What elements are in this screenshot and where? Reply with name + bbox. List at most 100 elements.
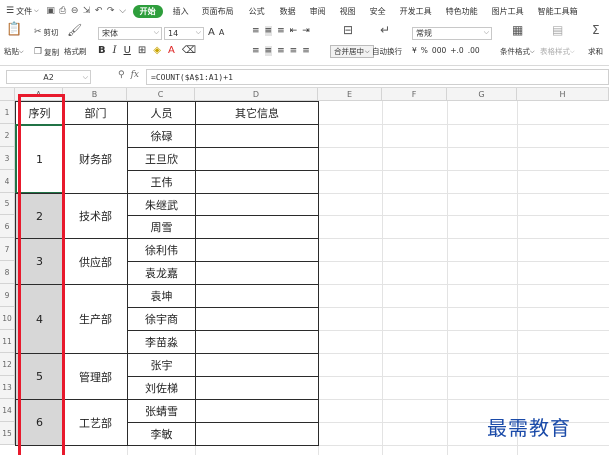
zoom-icon[interactable]: ⚲	[118, 70, 125, 80]
other-info-cell[interactable]	[195, 238, 319, 262]
person-cell[interactable]: 李敏	[127, 422, 196, 446]
row-header-15[interactable]: 15	[0, 422, 15, 445]
italic-button[interactable]: I	[113, 45, 117, 56]
header-dept-cell[interactable]: 部门	[63, 101, 128, 125]
conditional-format-icon-button[interactable]: ▦	[512, 24, 523, 36]
person-cell[interactable]: 徐碌	[127, 124, 196, 148]
tab-security[interactable]: 安全	[370, 6, 386, 17]
dept-cell[interactable]: 财务部	[63, 124, 128, 194]
seq-cell[interactable]: 4	[15, 284, 64, 354]
other-info-cell[interactable]	[195, 215, 319, 239]
wrap-text-icon-button[interactable]: ↵	[380, 24, 390, 36]
indent-decrease-icon[interactable]: ⇤	[290, 26, 298, 36]
other-info-cell[interactable]	[195, 193, 319, 216]
row-header-1[interactable]: 1	[0, 101, 15, 124]
person-cell[interactable]: 袁坤	[127, 284, 196, 308]
tab-developer[interactable]: 开发工具	[400, 6, 432, 17]
redo-icon[interactable]: ↷	[105, 6, 117, 16]
person-cell[interactable]: 徐宇商	[127, 307, 196, 331]
person-cell[interactable]: 李苗淼	[127, 330, 196, 354]
other-info-cell[interactable]	[195, 376, 319, 400]
paste-button[interactable]: 📋	[6, 23, 22, 36]
justify-icon[interactable]: ≡	[290, 46, 298, 56]
tab-formulas[interactable]: 公式	[249, 6, 265, 17]
indent-increase-icon[interactable]: ⇥	[302, 26, 310, 36]
column-header-a[interactable]: A	[15, 88, 63, 101]
other-info-cell[interactable]	[195, 261, 319, 285]
formula-input[interactable]: =COUNT($A$1:A1)+1	[146, 69, 609, 85]
other-info-cell[interactable]	[195, 147, 319, 171]
increase-decimal-button[interactable]: +.0	[450, 46, 463, 55]
file-menu[interactable]: ☰ 文件 ⌵	[6, 6, 39, 17]
shrink-font-button[interactable]: A	[219, 28, 224, 37]
dept-cell[interactable]: 生产部	[63, 284, 128, 354]
font-name-select[interactable]: 宋体 ⌵	[98, 27, 162, 40]
other-info-cell[interactable]	[195, 307, 319, 331]
tab-review[interactable]: 审阅	[310, 6, 326, 17]
print-icon[interactable]: ⎙	[57, 6, 69, 16]
conditional-format-button[interactable]: 条件格式 ⌵	[500, 46, 535, 57]
tab-picture-tools[interactable]: 图片工具	[492, 6, 524, 17]
seq-cell[interactable]: 5	[15, 353, 64, 400]
align-center-icon[interactable]: ≡	[264, 46, 273, 56]
column-header-f[interactable]: F	[382, 88, 447, 101]
spreadsheet-grid[interactable]: ABCDEFGH 1 2 3 4 5 6 7 8 9 10 11 12 13 14 15 序列 部门 人员 其它信…	[0, 88, 609, 455]
person-cell[interactable]: 袁龙嘉	[127, 261, 196, 285]
person-cell[interactable]: 张宇	[127, 353, 196, 377]
tab-insert[interactable]: 插入	[173, 6, 189, 17]
tab-special-features[interactable]: 特色功能	[446, 6, 478, 17]
tab-page-layout[interactable]: 页面布局	[202, 6, 234, 17]
header-seq-cell[interactable]: 序列	[15, 101, 64, 125]
font-size-select[interactable]: 14 ⌵	[164, 27, 204, 40]
person-cell[interactable]: 王旦欣	[127, 147, 196, 171]
cut-button[interactable]: ✂ 剪切	[34, 26, 59, 38]
seq-cell[interactable]: 6	[15, 399, 64, 446]
column-header-d[interactable]: D	[195, 88, 318, 101]
column-header-h[interactable]: H	[517, 88, 609, 101]
row-header-2[interactable]: 2	[0, 124, 15, 147]
person-cell[interactable]: 朱继武	[127, 193, 196, 216]
copy-button[interactable]: ❐ 复制	[34, 46, 59, 58]
other-info-cell[interactable]	[195, 422, 319, 446]
thousands-button[interactable]: 000	[432, 46, 446, 55]
undo-icon[interactable]: ↶	[93, 6, 105, 16]
column-header-g[interactable]: G	[447, 88, 517, 101]
other-info-cell[interactable]	[195, 399, 319, 423]
save-icon[interactable]: ▣	[45, 6, 57, 16]
export-icon[interactable]: ⇲	[81, 6, 93, 16]
currency-button[interactable]: ¥	[412, 46, 417, 55]
other-info-cell[interactable]	[195, 353, 319, 377]
row-header-7[interactable]: 7	[0, 238, 15, 261]
other-info-cell[interactable]	[195, 330, 319, 354]
dropdown-icon[interactable]: ⌵	[117, 6, 129, 16]
border-icon[interactable]: ⊞	[138, 45, 146, 56]
print-preview-icon[interactable]: ⊖	[69, 6, 81, 16]
seq-cell[interactable]: 3	[15, 238, 64, 285]
dept-cell[interactable]: 供应部	[63, 238, 128, 285]
underline-button[interactable]: U	[124, 45, 131, 56]
other-info-cell[interactable]	[195, 170, 319, 194]
function-icon[interactable]: fx	[131, 70, 139, 80]
seq-cell[interactable]: 2	[15, 193, 64, 239]
number-format-select[interactable]: 常规 ⌵	[412, 27, 492, 40]
header-person-cell[interactable]: 人员	[127, 101, 196, 125]
grow-font-button[interactable]: A	[208, 27, 215, 38]
tab-smart-toolbox[interactable]: 智能工具箱	[538, 6, 578, 17]
person-cell[interactable]: 刘佐梯	[127, 376, 196, 400]
row-header-12[interactable]: 12	[0, 353, 15, 376]
seq-cell[interactable]: 1	[15, 124, 64, 194]
dept-cell[interactable]: 管理部	[63, 353, 128, 400]
table-style-icon-button[interactable]: ▤	[552, 24, 563, 36]
merge-center-icon-button[interactable]: ⊟	[343, 24, 353, 36]
row-header-14[interactable]: 14	[0, 399, 15, 422]
align-bottom-icon[interactable]: ≡	[277, 26, 285, 36]
row-header-13[interactable]: 13	[0, 376, 15, 399]
align-left-icon[interactable]: ≡	[252, 46, 260, 56]
align-middle-icon[interactable]: ≡	[264, 26, 273, 36]
row-header-4[interactable]: 4	[0, 170, 15, 193]
fill-color-icon[interactable]: ◈	[153, 45, 161, 56]
decrease-decimal-button[interactable]: .00	[468, 46, 480, 55]
align-right-icon[interactable]: ≡	[277, 46, 285, 56]
distributed-icon[interactable]: ≡	[302, 46, 310, 56]
table-style-button[interactable]: 表格样式 ⌵	[540, 46, 575, 57]
